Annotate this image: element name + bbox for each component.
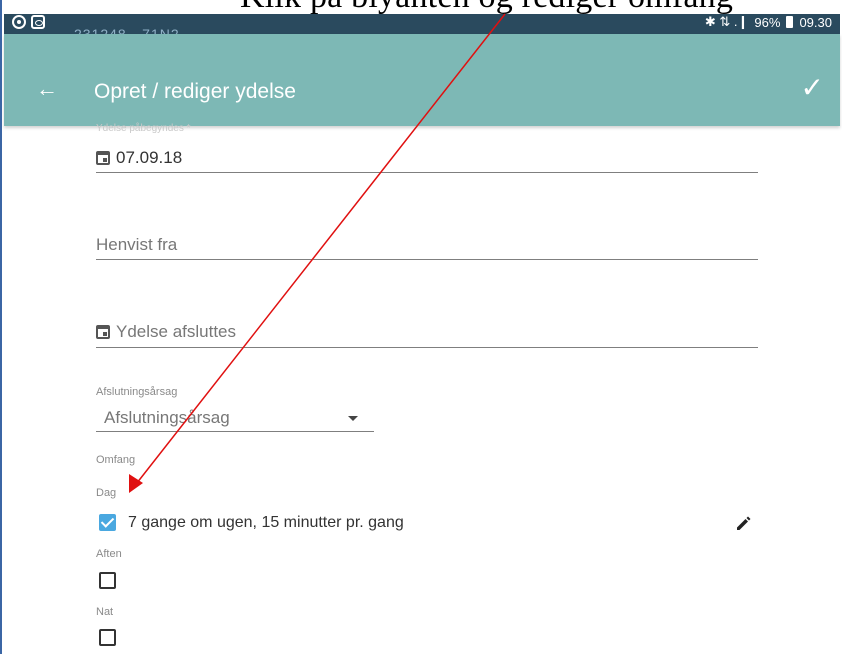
end-date-placeholder: Ydelse afsluttes xyxy=(116,322,237,341)
day-scope-text: 7 gange om ugen, 15 minutter pr. gang xyxy=(128,514,404,531)
end-reason-select[interactable]: Afslutningsårsag xyxy=(104,408,230,428)
night-checkbox[interactable] xyxy=(99,629,116,646)
start-date-label: Ydelse påbegyndes * xyxy=(96,123,191,134)
start-date-field[interactable]: 07.09.18 xyxy=(96,148,182,168)
end-date-underline xyxy=(96,347,758,348)
pencil-icon[interactable] xyxy=(735,514,753,532)
screenshot-frame: 231248 - 71N2 ✱ ⇅ .❙ 96% 09.30 ← Opret /… xyxy=(0,0,842,654)
status-left-icons xyxy=(12,13,45,31)
end-reason-selected: Afslutningsårsag xyxy=(104,408,230,427)
end-reason-underline xyxy=(96,431,374,432)
annotation-caption: Klik på blyanten og rediger omfang xyxy=(240,0,733,16)
left-border xyxy=(0,0,2,654)
chevron-down-icon[interactable] xyxy=(348,416,358,421)
app-bar: ← Opret / rediger ydelse ✓ xyxy=(4,34,840,126)
arrow-left-icon[interactable]: ← xyxy=(36,78,58,100)
battery-percent: 96% xyxy=(754,14,781,30)
evening-checkbox[interactable] xyxy=(99,572,116,589)
clock: 09.30 xyxy=(799,14,832,30)
calendar-icon xyxy=(96,151,110,165)
page-title: Opret / rediger ydelse xyxy=(94,80,296,103)
start-date-value: 07.09.18 xyxy=(116,148,183,167)
calendar-icon xyxy=(96,325,110,339)
referred-from-field[interactable]: Henvist fra xyxy=(96,235,177,255)
evening-label: Aften xyxy=(96,548,122,560)
end-reason-label: Afslutningsårsag xyxy=(96,386,178,398)
day-label: Dag xyxy=(96,487,117,499)
day-checkbox[interactable] xyxy=(99,514,116,531)
battery-icon xyxy=(786,16,794,28)
night-label: Nat xyxy=(96,606,114,618)
form-content: Ydelse påbegyndes * 07.09.18 Henvist fra… xyxy=(4,123,840,654)
caption-strip: Klik på blyanten og rediger omfang xyxy=(0,0,842,16)
eye-icon xyxy=(12,15,26,29)
signal-indicators: ✱ ⇅ .❙ xyxy=(704,14,749,29)
scope-label: Omfang xyxy=(96,454,136,466)
check-icon[interactable]: ✓ xyxy=(801,74,824,102)
start-date-underline xyxy=(96,172,758,173)
referred-from-placeholder: Henvist fra xyxy=(96,235,178,254)
referred-from-underline xyxy=(96,259,758,260)
end-date-field[interactable]: Ydelse afsluttes xyxy=(96,322,236,342)
screen-mirror-icon xyxy=(31,15,45,29)
